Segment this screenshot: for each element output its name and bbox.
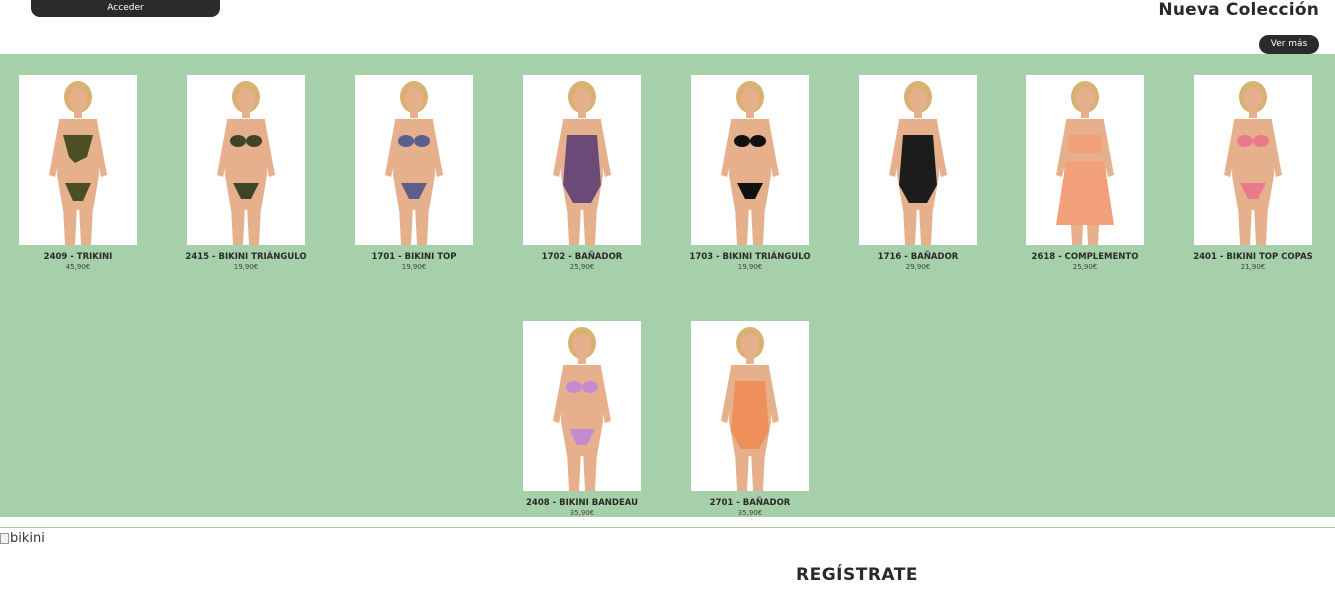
model-illustration	[553, 327, 611, 491]
model-illustration	[1224, 81, 1282, 245]
broken-image-icon	[0, 533, 9, 544]
product-price: 45,90€	[65, 263, 91, 271]
model-illustration	[721, 327, 779, 491]
product-image[interactable]	[691, 321, 809, 491]
model-illustration	[217, 81, 275, 245]
product-image[interactable]	[19, 75, 137, 245]
product-image[interactable]	[691, 75, 809, 245]
product-card[interactable]: 2408 - BIKINI BANDEAU 35,90€	[498, 321, 666, 517]
product-name[interactable]: 2408 - BIKINI BANDEAU	[498, 498, 666, 508]
model-illustration	[721, 81, 779, 245]
product-image[interactable]	[355, 75, 473, 245]
product-name[interactable]: 1716 - BAÑADOR	[834, 252, 1002, 262]
product-price: 19,90€	[233, 263, 259, 271]
product-price: 21,90€	[1240, 263, 1266, 271]
product-card[interactable]: 2701 - BAÑADOR 35,90€	[666, 321, 834, 517]
product-price: 35,90€	[737, 509, 763, 517]
product-image[interactable]	[523, 321, 641, 491]
product-name[interactable]: 1703 - BIKINI TRIÁNGULO	[666, 252, 834, 262]
product-image[interactable]	[523, 75, 641, 245]
product-price: 35,90€	[569, 509, 595, 517]
product-card[interactable]: 1703 - BIKINI TRIÁNGULO 19,90€	[666, 75, 834, 271]
collection-title: Nueva Colección	[1158, 0, 1319, 20]
product-price: 25,90€	[569, 263, 595, 271]
model-illustration	[385, 81, 443, 245]
login-button[interactable]: Acceder	[31, 0, 220, 17]
top-bar: Acceder Nueva Colección Ver más	[0, 0, 1335, 54]
product-image[interactable]	[1026, 75, 1144, 245]
product-name[interactable]: 2701 - BAÑADOR	[666, 498, 834, 508]
product-card[interactable]: 1702 - BAÑADOR 25,90€	[498, 75, 666, 271]
banner-image-alt: bikini	[10, 531, 45, 546]
product-name[interactable]: 1702 - BAÑADOR	[498, 252, 666, 262]
banner-image: bikini	[0, 531, 45, 546]
product-card[interactable]: 2415 - BIKINI TRIÁNGULO 19,90€	[162, 75, 330, 271]
register-title: REGÍSTRATE	[796, 565, 918, 585]
product-name[interactable]: 2401 - BIKINI TOP COPAS	[1169, 252, 1335, 262]
product-image[interactable]	[1194, 75, 1312, 245]
product-card[interactable]: 2618 - COMPLEMENTO 25,90€	[1001, 75, 1169, 271]
product-image[interactable]	[187, 75, 305, 245]
model-illustration	[553, 81, 611, 245]
product-price: 19,90€	[737, 263, 763, 271]
model-illustration	[49, 81, 107, 245]
product-name[interactable]: 2415 - BIKINI TRIÁNGULO	[162, 252, 330, 262]
product-card[interactable]: 2401 - BIKINI TOP COPAS 21,90€	[1169, 75, 1335, 271]
product-name[interactable]: 1701 - BIKINI TOP	[330, 252, 498, 262]
product-price: 29,90€	[905, 263, 931, 271]
model-illustration	[889, 81, 947, 245]
see-more-button[interactable]: Ver más	[1259, 35, 1319, 54]
product-card[interactable]: 1716 - BAÑADOR 29,90€	[834, 75, 1002, 271]
product-name[interactable]: 2409 - TRIKINI	[0, 252, 162, 262]
product-name[interactable]: 2618 - COMPLEMENTO	[1001, 252, 1169, 262]
product-card[interactable]: 1701 - BIKINI TOP 19,90€	[330, 75, 498, 271]
product-grid: 2409 - TRIKINI 45,90€ 2415 - BIKINI TRIÁN…	[0, 54, 1335, 517]
model-illustration	[1056, 81, 1114, 245]
product-card[interactable]: 2409 - TRIKINI 45,90€	[0, 75, 162, 271]
product-price: 19,90€	[401, 263, 427, 271]
section-divider	[0, 527, 1335, 528]
product-price: 25,90€	[1072, 263, 1098, 271]
product-image[interactable]	[859, 75, 977, 245]
